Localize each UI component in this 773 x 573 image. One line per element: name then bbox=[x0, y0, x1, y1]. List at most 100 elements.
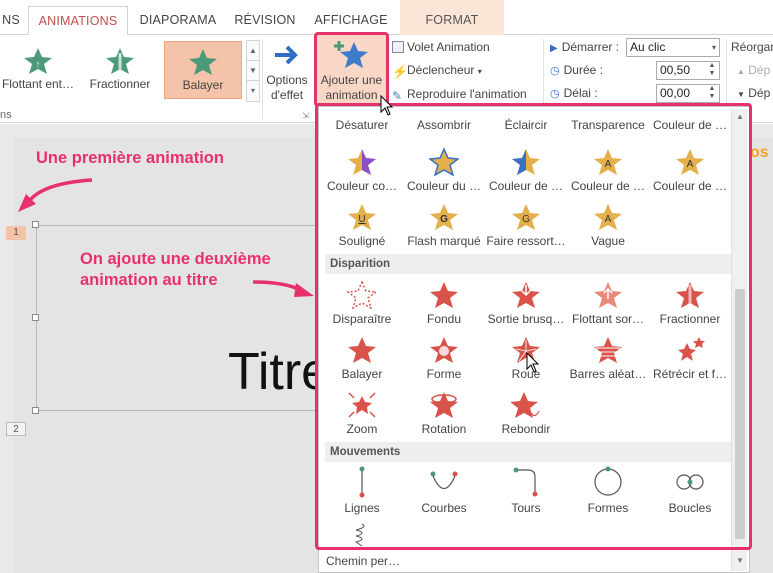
effect-label: Flash marqué bbox=[407, 234, 481, 248]
star-icon bbox=[676, 282, 704, 308]
effect-assombrir[interactable]: Assombrir bbox=[404, 118, 484, 132]
deplacer-arriere-label: Dép bbox=[748, 86, 771, 100]
resize-handle[interactable] bbox=[32, 407, 39, 414]
star-icon bbox=[594, 282, 622, 308]
mouse-cursor-icon bbox=[526, 352, 540, 373]
tab-format[interactable]: FORMAT bbox=[400, 0, 504, 35]
star-letter-icon: U bbox=[348, 204, 376, 230]
star-icon bbox=[678, 337, 705, 361]
pane-icon bbox=[392, 41, 404, 53]
effect-flash-marque[interactable]: G Flash marqué bbox=[404, 203, 484, 248]
effect-couleur-de-police[interactable]: A Couleur de … bbox=[568, 148, 648, 193]
star-icon bbox=[430, 337, 458, 363]
effect-fondu[interactable]: Fondu bbox=[404, 281, 484, 326]
effect-couleur-de-remplissage[interactable]: Couleur de … bbox=[486, 148, 566, 193]
scroll-thumb[interactable] bbox=[735, 289, 745, 539]
slide-title-text[interactable]: Titre bbox=[228, 342, 330, 402]
effect-vague[interactable]: A Vague bbox=[568, 203, 648, 248]
volet-animation-label: Volet Animation bbox=[407, 40, 490, 54]
ajouter-label-1: Ajouter une bbox=[320, 73, 383, 87]
delai-input[interactable]: 00,00 ▲ ▼ bbox=[656, 84, 720, 103]
section-disparition: Disparition bbox=[325, 254, 731, 274]
effect-sortie-brusquee[interactable]: Sortie brusq… bbox=[486, 281, 566, 326]
effect-label: Tours bbox=[511, 501, 541, 515]
effect-couleur-de[interactable]: Couleur de … bbox=[650, 118, 730, 132]
lightning-icon: ⚡ bbox=[392, 64, 409, 79]
arrow-icon bbox=[28, 178, 93, 202]
triangle-up-icon: ▲ bbox=[737, 67, 745, 76]
effect-flottant-sortant[interactable]: Flottant sor… bbox=[568, 281, 648, 326]
effect-transparence[interactable]: Transparence bbox=[568, 118, 648, 132]
effect-disparaitre[interactable]: Disparaître bbox=[322, 281, 402, 326]
effect-faire-ressortir[interactable]: G Faire ressort… bbox=[486, 203, 566, 248]
spinner-icon[interactable]: ▲ ▼ bbox=[705, 62, 719, 79]
demarrer-select[interactable]: Au clic ▾ bbox=[626, 38, 720, 57]
effect-tours[interactable]: Tours bbox=[486, 466, 566, 515]
duree-input[interactable]: 00,50 ▲ ▼ bbox=[656, 61, 720, 80]
star-icon bbox=[429, 148, 459, 176]
effect-label: Couleur de … bbox=[652, 179, 728, 193]
volet-animation-button[interactable]: Volet Animation bbox=[392, 38, 490, 56]
effect-label: Courbes bbox=[421, 501, 467, 515]
deplacer-avant-button[interactable]: ▲ Dép bbox=[737, 61, 770, 79]
custom-path-icon bbox=[354, 523, 365, 547]
duree-label-row: ◷ Durée : bbox=[550, 61, 603, 79]
star-icon bbox=[512, 149, 540, 175]
animation-order-tag[interactable]: 2 bbox=[6, 422, 26, 436]
deplacer-arriere-button[interactable]: ▼ Dép bbox=[737, 84, 770, 102]
deplacer-avant-label: Dép bbox=[748, 63, 771, 77]
duree-label: Durée : bbox=[563, 63, 603, 77]
effect-label: Barres aléat… bbox=[569, 367, 647, 381]
star-letter-icon: G bbox=[430, 204, 458, 230]
turn-path-icon bbox=[513, 467, 538, 497]
scroll-down-icon[interactable]: ▼ bbox=[734, 555, 746, 567]
effect-courbes[interactable]: Courbes bbox=[404, 466, 484, 515]
arrow-head-icon bbox=[294, 283, 314, 297]
chemin-personnalise-link[interactable]: Chemin per… bbox=[326, 554, 400, 568]
effect-eclaircir[interactable]: Éclaircir bbox=[486, 118, 566, 132]
effect-desaturer[interactable]: Désaturer bbox=[322, 118, 402, 132]
effect-balayer[interactable]: Balayer bbox=[322, 336, 402, 381]
effect-forme[interactable]: Forme bbox=[404, 336, 484, 381]
spinner-icon[interactable]: ▲ ▼ bbox=[705, 85, 719, 102]
effect-label: Flottant sor… bbox=[571, 312, 645, 326]
svg-text:U: U bbox=[358, 214, 365, 225]
effect-boucles[interactable]: Boucles bbox=[650, 466, 730, 515]
effect-couleur-du-trait[interactable]: Couleur du … bbox=[404, 148, 484, 193]
declencheur-button[interactable]: ⚡Déclencheur ▾ bbox=[392, 61, 482, 79]
svg-text:A: A bbox=[605, 159, 612, 170]
effect-label: Formes bbox=[587, 501, 629, 515]
effect-formes[interactable]: Formes bbox=[568, 466, 648, 515]
effect-zoom[interactable]: Zoom bbox=[322, 391, 402, 436]
clock-icon: ◷ bbox=[550, 65, 560, 77]
effect-lignes[interactable]: Lignes bbox=[322, 466, 402, 515]
effect-retrecir-et-tourner[interactable]: Rétrécir et f… bbox=[650, 336, 730, 381]
dropdown-scrollbar[interactable]: ▲ ▼ bbox=[731, 109, 747, 571]
effect-label: Balayer bbox=[341, 367, 383, 381]
ajouter-animation-button[interactable]: Ajouter une animation bbox=[314, 32, 389, 107]
star-icon bbox=[348, 337, 376, 363]
effect-rotation[interactable]: Rotation bbox=[404, 391, 484, 436]
effect-fractionner[interactable]: Fractionner bbox=[650, 281, 730, 326]
demarrer-value: Au clic bbox=[630, 40, 666, 54]
declencheur-label: Déclencheur bbox=[407, 63, 475, 77]
effect-label: Fondu bbox=[426, 312, 462, 326]
line-path-icon bbox=[359, 466, 365, 498]
effect-label: Transparence bbox=[571, 118, 645, 132]
reproduire-button[interactable]: ✎ Reproduire l'animation bbox=[392, 85, 527, 103]
delai-value: 00,00 bbox=[660, 86, 691, 100]
section-mouvements: Mouvements bbox=[325, 442, 731, 462]
effect-souligne[interactable]: U Souligné bbox=[322, 203, 402, 248]
effect-label: Rotation bbox=[421, 422, 467, 436]
add-star-icon bbox=[333, 41, 368, 68]
effect-label: Couleur de … bbox=[652, 118, 728, 132]
effect-label: Forme bbox=[426, 367, 462, 381]
effect-couleur-de-objet[interactable]: A Couleur de … bbox=[650, 148, 730, 193]
chevron-down-icon: ▾ bbox=[477, 67, 482, 76]
effect-label: Éclaircir bbox=[504, 118, 548, 132]
effect-barres-aleatoires[interactable]: Barres aléat… bbox=[568, 336, 648, 381]
scroll-up-icon[interactable]: ▲ bbox=[734, 111, 746, 123]
effect-rebondir[interactable]: Rebondir bbox=[486, 391, 566, 436]
clock-icon: ◷ bbox=[550, 88, 560, 100]
effect-couleur-complementaire[interactable]: Couleur co… bbox=[322, 148, 402, 193]
